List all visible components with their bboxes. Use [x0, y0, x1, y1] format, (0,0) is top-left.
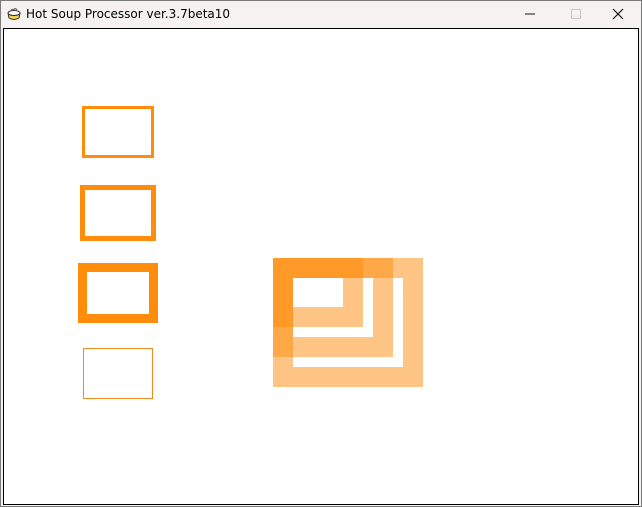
minimize-icon [525, 13, 535, 15]
outline-rectangle-hairline [83, 348, 153, 399]
close-button[interactable] [595, 1, 641, 27]
translucent-rectangle-small [273, 258, 363, 327]
title-bar[interactable]: Hot Soup Processor ver.3.7beta10 [1, 1, 641, 27]
outline-rectangle-thick [78, 263, 158, 323]
window-title: Hot Soup Processor ver.3.7beta10 [26, 7, 231, 21]
close-icon [612, 8, 624, 20]
maximize-button[interactable] [553, 1, 599, 27]
drawing-canvas[interactable] [3, 28, 639, 505]
outline-rectangle-medium [80, 185, 156, 241]
app-window: Hot Soup Processor ver.3.7beta10 [0, 0, 642, 507]
outline-rectangle-thin [82, 106, 154, 158]
maximize-icon [571, 9, 581, 19]
hsp-soup-icon[interactable] [6, 6, 22, 22]
minimize-button[interactable] [507, 1, 553, 27]
